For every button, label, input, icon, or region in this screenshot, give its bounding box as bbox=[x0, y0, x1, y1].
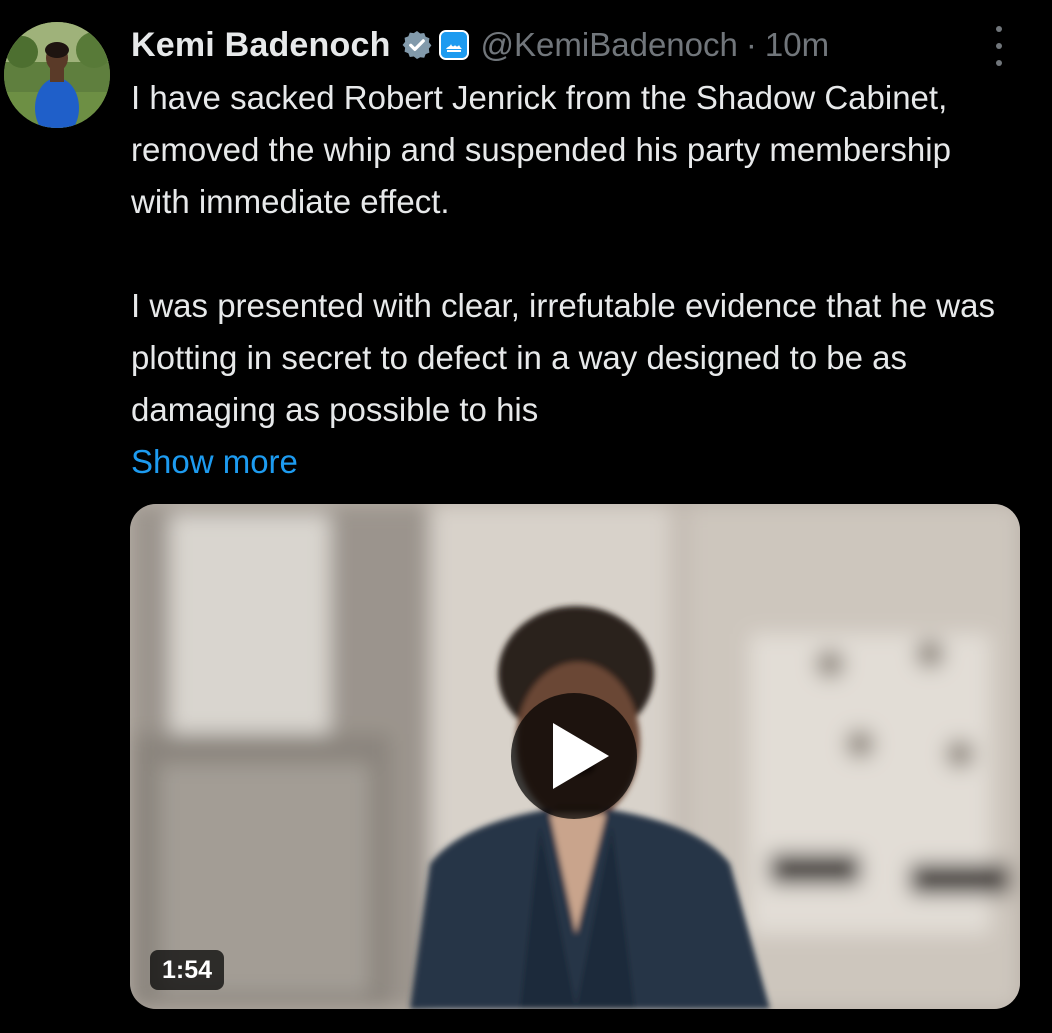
verified-badge-icon bbox=[401, 29, 433, 61]
video-player[interactable]: 1:54 bbox=[130, 504, 1020, 1009]
play-icon bbox=[553, 723, 609, 789]
tweet[interactable]: Kemi Badenoch @KemiBadenoch · 10m I have… bbox=[0, 0, 1052, 1033]
avatar[interactable] bbox=[4, 22, 110, 128]
timestamp[interactable]: 10m bbox=[765, 26, 829, 64]
handle[interactable]: @KemiBadenoch bbox=[481, 26, 738, 64]
more-options-icon[interactable] bbox=[986, 26, 1012, 66]
play-button[interactable] bbox=[511, 693, 637, 819]
tweet-paragraph-1: I have sacked Robert Jenrick from the Sh… bbox=[131, 79, 951, 220]
tweet-header: Kemi Badenoch @KemiBadenoch · 10m bbox=[131, 22, 829, 68]
tweet-text: I have sacked Robert Jenrick from the Sh… bbox=[131, 72, 1011, 488]
display-name[interactable]: Kemi Badenoch bbox=[131, 26, 391, 65]
affiliation-badge-icon[interactable] bbox=[438, 30, 469, 60]
tweet-paragraph-2: I was presented with clear, irrefutable … bbox=[131, 287, 995, 428]
video-duration: 1:54 bbox=[150, 950, 225, 990]
show-more-link[interactable]: Show more bbox=[131, 443, 298, 480]
separator-dot: · bbox=[745, 26, 757, 63]
avatar-image bbox=[4, 22, 110, 128]
